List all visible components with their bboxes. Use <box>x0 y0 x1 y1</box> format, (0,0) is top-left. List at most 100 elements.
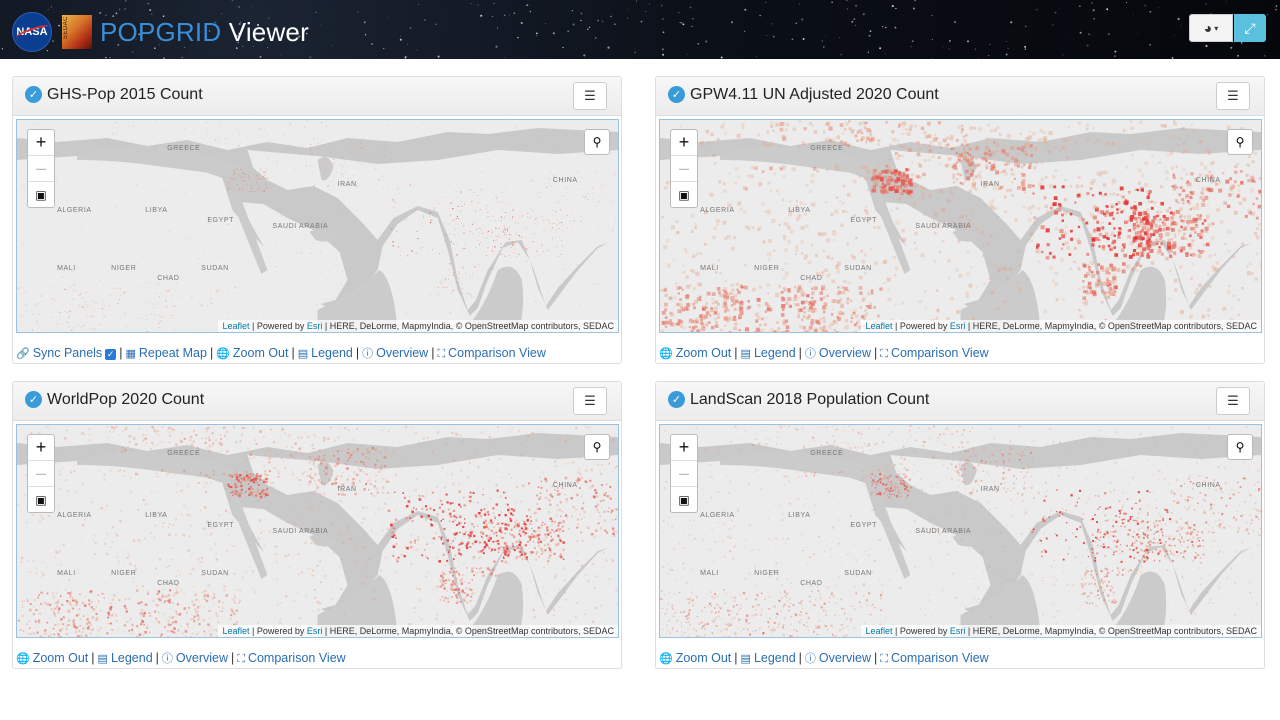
layer-list-button[interactable]: ☰ <box>573 387 607 415</box>
star <box>508 14 510 16</box>
overview-icon: ⓘ <box>804 348 816 360</box>
map-view[interactable]: GREECE IRAN ALGERIA LIBYA EGYPT SAUDI ARABIA M… <box>659 119 1262 333</box>
esri-link[interactable]: Esri <box>950 626 966 636</box>
star <box>545 23 546 25</box>
population-map[interactable]: GREECE IRAN ALGERIA LIBYA EGYPT SAUDI ARABIA M… <box>17 120 618 332</box>
expand-icon: ⤢ <box>1244 19 1256 36</box>
zoom-out-map-button[interactable]: – <box>28 461 54 487</box>
repeat-map-link[interactable]: ▦ Repeat Map <box>125 346 207 360</box>
esri-link[interactable]: Esri <box>307 321 323 331</box>
caret-down-icon: ▾ <box>1214 23 1219 33</box>
sync-panels-checkbox[interactable]: ✓ <box>105 349 117 360</box>
fullscreen-button[interactable]: ⤢ <box>1234 14 1266 42</box>
legend-link-label: Legend <box>753 346 796 360</box>
star <box>881 26 884 28</box>
zoom-out-link[interactable]: 🌐 Zoom Out <box>216 346 288 360</box>
legend-link[interactable]: ▤ Legend <box>741 651 796 665</box>
leaflet-link[interactable]: Leaflet <box>865 626 892 636</box>
star <box>948 48 950 50</box>
zoom-out-map-button[interactable]: – <box>671 156 697 182</box>
star <box>250 5 252 7</box>
panel-footer-links: 🌐 Zoom Out | ▤ Legend | ⓘ Overview | ⛶ Comparison … <box>659 650 989 666</box>
zoom-in-button[interactable]: + <box>28 435 54 461</box>
star <box>599 2 601 4</box>
legend-link[interactable]: ▤ Legend <box>98 651 153 665</box>
zoom-out-link[interactable]: 🌐 Zoom Out <box>16 651 88 665</box>
comparison-view-link[interactable]: ⛶ Comparison View <box>437 346 545 360</box>
star <box>989 44 991 46</box>
zoom-out-link[interactable]: 🌐 Zoom Out <box>659 346 731 360</box>
map-label: LIBYA <box>145 512 167 519</box>
star <box>529 10 532 13</box>
population-map[interactable]: GREECE IRAN ALGERIA LIBYA EGYPT SAUDI ARABIA M… <box>660 425 1261 637</box>
full-extent-button[interactable]: ▣ <box>28 487 54 512</box>
legend-link[interactable]: ▤ Legend <box>741 346 796 360</box>
map-view[interactable]: GREECE IRAN ALGERIA LIBYA EGYPT SAUDI ARABIA M… <box>16 424 619 638</box>
population-map[interactable]: GREECE IRAN ALGERIA LIBYA EGYPT SAUDI ARABIA M… <box>17 425 618 637</box>
star <box>662 18 664 20</box>
map-view[interactable]: GREECE IRAN ALGERIA LIBYA EGYPT SAUDI ARABIA M… <box>659 424 1262 638</box>
layer-list-button[interactable]: ☰ <box>573 82 607 110</box>
star <box>1177 17 1180 21</box>
star <box>823 46 825 48</box>
star <box>416 49 418 51</box>
map-label: ALGERIA <box>57 512 92 519</box>
comparison-view-link-label: Comparison View <box>890 346 989 360</box>
legend-link[interactable]: ▤ Legend <box>298 346 353 360</box>
star <box>572 23 575 26</box>
star <box>1201 57 1203 59</box>
overview-link-label: Overview <box>175 651 228 665</box>
layer-list-button[interactable]: ☰ <box>1216 387 1250 415</box>
map-view[interactable]: GREECE IRAN ALGERIA LIBYA EGYPT SAUDI ARABIA M… <box>16 119 619 333</box>
star <box>931 58 933 59</box>
leaflet-link[interactable]: Leaflet <box>222 321 249 331</box>
star <box>1180 25 1182 27</box>
star <box>1024 45 1027 48</box>
app-title-accent: POPGRID <box>100 16 222 47</box>
esri-link[interactable]: Esri <box>950 321 966 331</box>
map-search-button[interactable]: ⚲ <box>1227 434 1253 460</box>
star <box>799 3 801 5</box>
population-map[interactable]: GREECE IRAN ALGERIA LIBYA EGYPT SAUDI ARABIA M… <box>660 120 1261 332</box>
zoom-in-button[interactable]: + <box>671 435 697 461</box>
overview-link[interactable]: ⓘ Overview <box>805 651 871 665</box>
full-extent-button[interactable]: ▣ <box>671 182 697 207</box>
map-search-button[interactable]: ⚲ <box>584 129 610 155</box>
overview-link[interactable]: ⓘ Overview <box>362 346 428 360</box>
star <box>771 23 773 25</box>
zoom-out-link[interactable]: 🌐 Zoom Out <box>659 651 731 665</box>
star <box>894 26 897 29</box>
comparison-view-link[interactable]: ⛶ Comparison View <box>880 346 988 360</box>
star <box>238 5 241 8</box>
leaflet-link[interactable]: Leaflet <box>222 626 249 636</box>
zoom-in-button[interactable]: + <box>28 130 54 156</box>
basemap-dropdown-button[interactable]: ◕ ▾ <box>1189 14 1233 42</box>
sync-panels-link[interactable]: 🔗 Sync Panels ✓ <box>16 346 117 360</box>
full-extent-button[interactable]: ▣ <box>28 182 54 207</box>
leaflet-link[interactable]: Leaflet <box>865 321 892 331</box>
overview-link[interactable]: ⓘ Overview <box>805 346 871 360</box>
legend-icon: ▤ <box>740 348 751 360</box>
layer-list-button[interactable]: ☰ <box>1216 82 1250 110</box>
zoom-out-map-button[interactable]: – <box>28 156 54 182</box>
star <box>1063 33 1065 35</box>
comparison-view-link[interactable]: ⛶ Comparison View <box>237 651 345 665</box>
footer-separator: | <box>119 346 123 360</box>
map-label: SAUDI ARABIA <box>272 223 328 230</box>
star <box>124 7 127 10</box>
attribution-powered: | Powered by <box>252 626 305 636</box>
comparison-view-icon: ⛶ <box>880 348 888 360</box>
star <box>597 19 599 22</box>
zoom-in-button[interactable]: + <box>671 130 697 156</box>
overview-link[interactable]: ⓘ Overview <box>162 651 228 665</box>
map-search-button[interactable]: ⚲ <box>584 434 610 460</box>
star <box>1275 8 1277 11</box>
comparison-view-link[interactable]: ⛶ Comparison View <box>880 651 988 665</box>
esri-link[interactable]: Esri <box>307 626 323 636</box>
comparison-view-link-label: Comparison View <box>890 651 989 665</box>
map-search-button[interactable]: ⚲ <box>1227 129 1253 155</box>
panel-footer-links: 🌐 Zoom Out | ▤ Legend | ⓘ Overview | ⛶ Comparison … <box>16 650 346 666</box>
full-extent-button[interactable]: ▣ <box>671 487 697 512</box>
zoom-out-map-button[interactable]: – <box>671 461 697 487</box>
star <box>831 1 833 3</box>
